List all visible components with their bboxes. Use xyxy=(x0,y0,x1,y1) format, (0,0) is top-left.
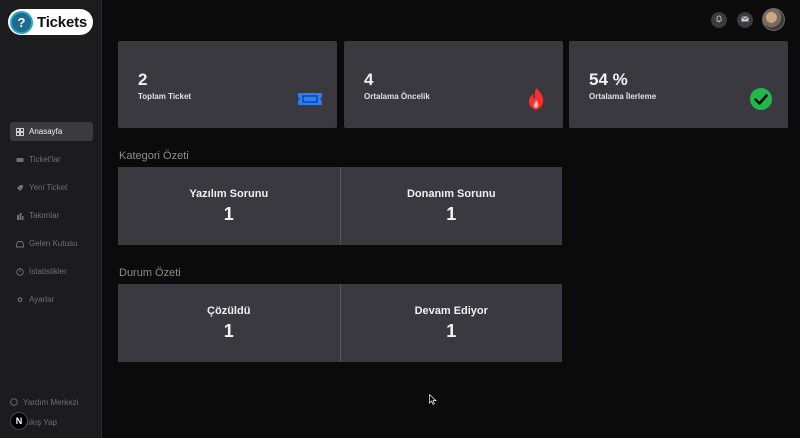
sidebar-nav: Anasayfa Ticket'lar Yeni Ticket Takımlar… xyxy=(10,122,93,318)
tag-icon xyxy=(16,184,24,192)
sidebar-item-ticketlar[interactable]: Ticket'lar xyxy=(10,150,93,169)
inbox-icon xyxy=(16,240,24,248)
category-summary-title: Kategori Özeti xyxy=(119,150,189,162)
sidebar-item-label: Yeni Ticket xyxy=(29,183,68,192)
chart-icon xyxy=(16,267,24,276)
check-circle-icon xyxy=(750,88,772,110)
sidebar-item-label: Takımlar xyxy=(29,211,60,220)
sidebar-item-anasayfa[interactable]: Anasayfa xyxy=(10,122,93,141)
grid-icon xyxy=(16,127,24,136)
sidebar-item-label: Ayarlar xyxy=(29,295,55,304)
user-avatar[interactable] xyxy=(762,8,785,31)
stat-value: 2 xyxy=(138,70,148,89)
app-title: Tickets xyxy=(37,13,88,31)
messages-button[interactable] xyxy=(737,11,753,28)
sidebar-item-yeni-ticket[interactable]: Yeni Ticket xyxy=(10,178,93,197)
mouse-cursor-icon xyxy=(429,394,437,405)
sidebar-item-label: Anasayfa xyxy=(29,127,63,136)
category-count: 1 xyxy=(223,203,234,224)
status-summary-item: Devam Ediyor 1 xyxy=(339,284,563,362)
sidebar-item-ayarlar[interactable]: ✿ Ayarlar xyxy=(10,290,93,309)
status-summary-title: Durum Özeti xyxy=(119,267,181,279)
status-count: 1 xyxy=(223,320,234,341)
bell-icon xyxy=(715,15,723,25)
logo-icon: ? xyxy=(10,10,33,34)
gear-icon: ✿ xyxy=(17,296,23,304)
sidebar-item-label: Ticket'lar xyxy=(29,155,61,164)
fire-icon xyxy=(528,88,544,110)
sidebar-item-takimlar[interactable]: Takımlar xyxy=(10,206,93,225)
stat-card-avg-priority: 4 Ortalama Öncelik xyxy=(344,41,563,128)
sidebar-item-istatistikler[interactable]: İstatistikler xyxy=(10,262,93,281)
sidebar: ? Tickets Anasayfa Ticket'lar Yeni Ticke… xyxy=(0,0,102,438)
category-summary-item: Donanım Sorunu 1 xyxy=(339,167,563,245)
category-name: Yazılım Sorunu xyxy=(189,187,269,200)
topbar-actions xyxy=(701,8,785,31)
status-name: Çözüldü xyxy=(207,304,251,317)
status-summary-panel: Çözüldü 1 Devam Ediyor 1 xyxy=(118,284,562,362)
status-summary-item: Çözüldü 1 xyxy=(118,284,340,362)
notifications-button[interactable] xyxy=(711,11,727,28)
help-icon xyxy=(10,398,18,406)
sidebar-item-label: İstatistikler xyxy=(29,267,67,276)
dev-tools-badge[interactable]: N xyxy=(10,412,28,430)
stat-card-total-tickets: 2 Toplam Ticket xyxy=(118,41,337,128)
ticket-icon xyxy=(16,156,24,164)
mail-icon xyxy=(741,15,749,25)
stat-label: Toplam Ticket xyxy=(138,92,192,101)
help-center-label: Yardım Merkezi xyxy=(23,397,79,407)
sidebar-item-label: Gelen Kutusu xyxy=(29,239,78,248)
stat-label: Ortalama Öncelik xyxy=(364,92,430,101)
help-center-link[interactable]: Yardım Merkezi xyxy=(10,396,95,408)
stat-value: 4 xyxy=(364,70,374,89)
status-count: 1 xyxy=(446,320,457,341)
ticket-icon xyxy=(298,93,322,105)
stat-card-avg-progress: 54 % Ortalama İlerleme xyxy=(569,41,788,128)
app-logo[interactable]: ? Tickets xyxy=(8,9,93,35)
team-icon xyxy=(16,212,24,220)
logout-label: Çıkış Yap xyxy=(23,417,57,427)
category-summary-panel: Yazılım Sorunu 1 Donanım Sorunu 1 xyxy=(118,167,562,245)
sidebar-item-gelen-kutusu[interactable]: Gelen Kutusu xyxy=(10,234,93,253)
category-summary-item: Yazılım Sorunu 1 xyxy=(118,167,340,245)
category-name: Donanım Sorunu xyxy=(406,187,496,200)
stat-label: Ortalama İlerleme xyxy=(589,92,657,101)
status-name: Devam Ediyor xyxy=(414,304,488,317)
stat-value: 54 % xyxy=(589,70,628,89)
category-count: 1 xyxy=(446,203,457,224)
